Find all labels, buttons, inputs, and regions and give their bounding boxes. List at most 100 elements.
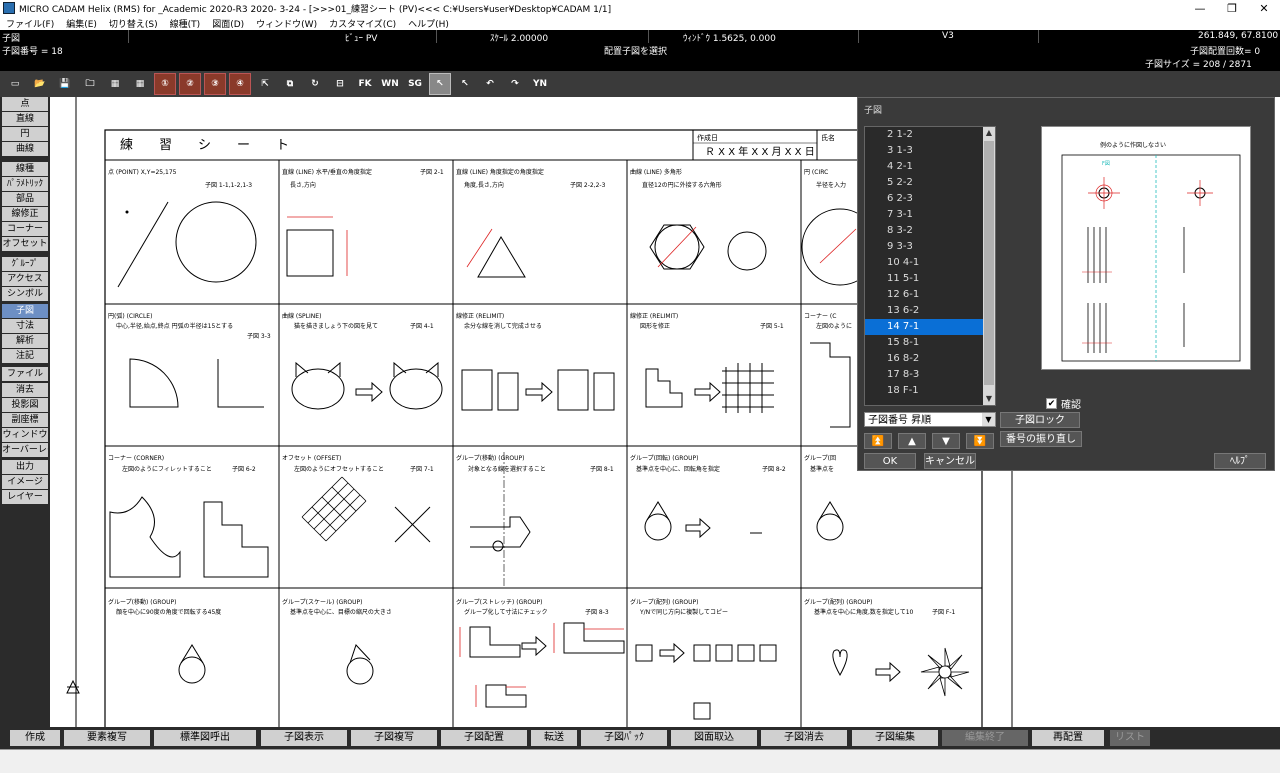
cmd-layer[interactable]: レイヤー bbox=[2, 490, 48, 504]
list-item[interactable]: 10 4-1 bbox=[865, 255, 995, 271]
undo-icon[interactable]: ↶ bbox=[479, 73, 501, 95]
edit-subfigure-button[interactable]: 子図編集 bbox=[852, 730, 938, 746]
cmd-sub-coord[interactable]: 副座標 bbox=[2, 413, 48, 427]
move-bottom-icon[interactable]: ⏬ bbox=[966, 433, 994, 449]
cmd-output[interactable]: 出力 bbox=[2, 460, 48, 474]
export-icon[interactable]: ⇱ bbox=[254, 73, 276, 95]
cmd-access[interactable]: アクセス bbox=[2, 272, 48, 286]
list-item-selected[interactable]: 14 7-1 bbox=[865, 319, 995, 335]
list-item[interactable]: 12 6-1 bbox=[865, 287, 995, 303]
subfigure-list[interactable]: 2 1-2 3 1-3 4 2-1 5 2-2 6 2-3 7 3-1 8 3-… bbox=[864, 126, 996, 406]
cmd-symbol[interactable]: シンボル bbox=[2, 287, 48, 301]
menu-customize[interactable]: カスタマイズ(C) bbox=[323, 17, 402, 30]
menu-window[interactable]: ウィンドウ(W) bbox=[250, 17, 323, 30]
copy-subfigure-button[interactable]: 子図複写 bbox=[351, 730, 437, 746]
erase-subfigure-button[interactable]: 子図消去 bbox=[761, 730, 847, 746]
cmd-line-edit[interactable]: 線修正 bbox=[2, 207, 48, 221]
list-button[interactable]: リスト bbox=[1110, 730, 1150, 746]
list-item[interactable]: 15 8-1 bbox=[865, 335, 995, 351]
maximize-button[interactable]: ❐ bbox=[1216, 2, 1248, 15]
call-standard-figure-button[interactable]: 標準図呼出 bbox=[154, 730, 256, 746]
cmd-line[interactable]: 直線 bbox=[2, 112, 48, 126]
cmd-part[interactable]: 部品 bbox=[2, 192, 48, 206]
view-1-icon[interactable]: ① bbox=[154, 73, 176, 95]
view-2-icon[interactable]: ② bbox=[179, 73, 201, 95]
minimize-button[interactable]: — bbox=[1184, 2, 1216, 15]
cmd-parametric[interactable]: ﾊﾟﾗﾒﾄﾘｯｸ bbox=[2, 177, 48, 191]
cmd-image[interactable]: イメージ bbox=[2, 475, 48, 489]
cancel-button[interactable]: キャンセル bbox=[924, 453, 976, 469]
scroll-down-icon[interactable]: ▼ bbox=[983, 393, 995, 405]
cmd-point[interactable]: 点 bbox=[2, 97, 48, 111]
import-drawing-button[interactable]: 図面取込 bbox=[671, 730, 757, 746]
view-4-icon[interactable]: ④ bbox=[229, 73, 251, 95]
cmd-file[interactable]: ファイル bbox=[2, 367, 48, 381]
list-scrollbar[interactable]: ▲ ▼ bbox=[983, 127, 995, 405]
rearrange-button[interactable]: 再配置 bbox=[1032, 730, 1104, 746]
list-item[interactable]: 9 3-3 bbox=[865, 239, 995, 255]
list-item[interactable]: 2 1-2 bbox=[865, 127, 995, 143]
cmd-offset[interactable]: オフセット bbox=[2, 237, 48, 251]
menu-edit[interactable]: 編集(E) bbox=[60, 17, 103, 30]
list-item[interactable]: 17 8-3 bbox=[865, 367, 995, 383]
save-icon[interactable]: 💾 bbox=[54, 73, 76, 95]
list-item[interactable]: 5 2-2 bbox=[865, 175, 995, 191]
menu-help[interactable]: ヘルプ(H) bbox=[402, 17, 455, 30]
new-file-icon[interactable]: ▭ bbox=[4, 73, 26, 95]
show-subfigure-button[interactable]: 子図表示 bbox=[261, 730, 347, 746]
list-item[interactable]: 18 F-1 bbox=[865, 383, 995, 399]
grid-icon[interactable]: ▦ bbox=[104, 73, 126, 95]
sg-icon[interactable]: SG bbox=[404, 73, 426, 95]
cmd-dimension[interactable]: 寸法 bbox=[2, 319, 48, 333]
list-item[interactable]: 13 6-2 bbox=[865, 303, 995, 319]
list-item[interactable]: 4 2-1 bbox=[865, 159, 995, 175]
renumber-button[interactable]: 番号の振り直し bbox=[1000, 431, 1082, 447]
fk-icon[interactable]: FK bbox=[354, 73, 376, 95]
list-item[interactable]: 11 5-1 bbox=[865, 271, 995, 287]
cmd-corner[interactable]: コーナー bbox=[2, 222, 48, 236]
cmd-window[interactable]: ウィンドウ bbox=[2, 428, 48, 442]
chevron-down-icon[interactable]: ▼ bbox=[982, 413, 995, 426]
close-button[interactable]: ✕ bbox=[1248, 2, 1280, 15]
list-item[interactable]: 16 8-2 bbox=[865, 351, 995, 367]
copy-element-button[interactable]: 要素複写 bbox=[64, 730, 150, 746]
yn-icon[interactable]: YN bbox=[529, 73, 551, 95]
cmd-linetype[interactable]: 線種 bbox=[2, 162, 48, 176]
move-up-icon[interactable]: ▲ bbox=[898, 433, 926, 449]
cmd-projection[interactable]: 投影図 bbox=[2, 398, 48, 412]
scroll-up-icon[interactable]: ▲ bbox=[983, 127, 995, 139]
menu-drawing[interactable]: 図面(D) bbox=[206, 17, 250, 30]
move-down-icon[interactable]: ▼ bbox=[932, 433, 960, 449]
end-edit-button[interactable]: 編集終了 bbox=[942, 730, 1028, 746]
view-3-icon[interactable]: ③ bbox=[204, 73, 226, 95]
move-top-icon[interactable]: ⏫ bbox=[864, 433, 892, 449]
cmd-note[interactable]: 注記 bbox=[2, 349, 48, 363]
ok-button[interactable]: OK bbox=[864, 453, 916, 469]
cmd-overlay[interactable]: オーバーレイ bbox=[2, 443, 48, 457]
cmd-erase[interactable]: 消去 bbox=[2, 383, 48, 397]
place-subfigure-button[interactable]: 子図配置 bbox=[441, 730, 527, 746]
cmd-circle[interactable]: 円 bbox=[2, 127, 48, 141]
grid-edit-icon[interactable]: ▦ bbox=[129, 73, 151, 95]
menu-switch[interactable]: 切り替え(S) bbox=[103, 17, 164, 30]
list-item[interactable]: 3 1-3 bbox=[865, 143, 995, 159]
transfer-button[interactable]: 転送 bbox=[531, 730, 577, 746]
layout-icon[interactable]: ⊟ bbox=[329, 73, 351, 95]
cmd-group[interactable]: ｸﾞﾙｰﾌﾟ bbox=[2, 257, 48, 271]
scroll-thumb[interactable] bbox=[984, 141, 994, 385]
subfigure-lock-button[interactable]: 子図ロック bbox=[1000, 412, 1080, 428]
folder-icon[interactable]: 🗀 bbox=[79, 73, 101, 95]
wn-icon[interactable]: WN bbox=[379, 73, 401, 95]
menu-file[interactable]: ファイル(F) bbox=[0, 17, 60, 30]
copy-window-icon[interactable]: ⧉ bbox=[279, 73, 301, 95]
open-folder-icon[interactable]: 📂 bbox=[29, 73, 51, 95]
cmd-analysis[interactable]: 解析 bbox=[2, 334, 48, 348]
select-pointer-icon[interactable]: ↖ bbox=[429, 73, 451, 95]
sort-order-select[interactable]: 子図番号 昇順 ▼ bbox=[864, 412, 996, 427]
pointer-small-icon[interactable]: ↖ bbox=[454, 73, 476, 95]
create-button[interactable]: 作成 bbox=[10, 730, 60, 746]
cmd-subfigure[interactable]: 子図 bbox=[2, 304, 48, 318]
refresh-icon[interactable]: ↻ bbox=[304, 73, 326, 95]
cmd-curve[interactable]: 曲線 bbox=[2, 142, 48, 156]
pack-subfigure-button[interactable]: 子図ﾊﾟｯｸ bbox=[581, 730, 667, 746]
